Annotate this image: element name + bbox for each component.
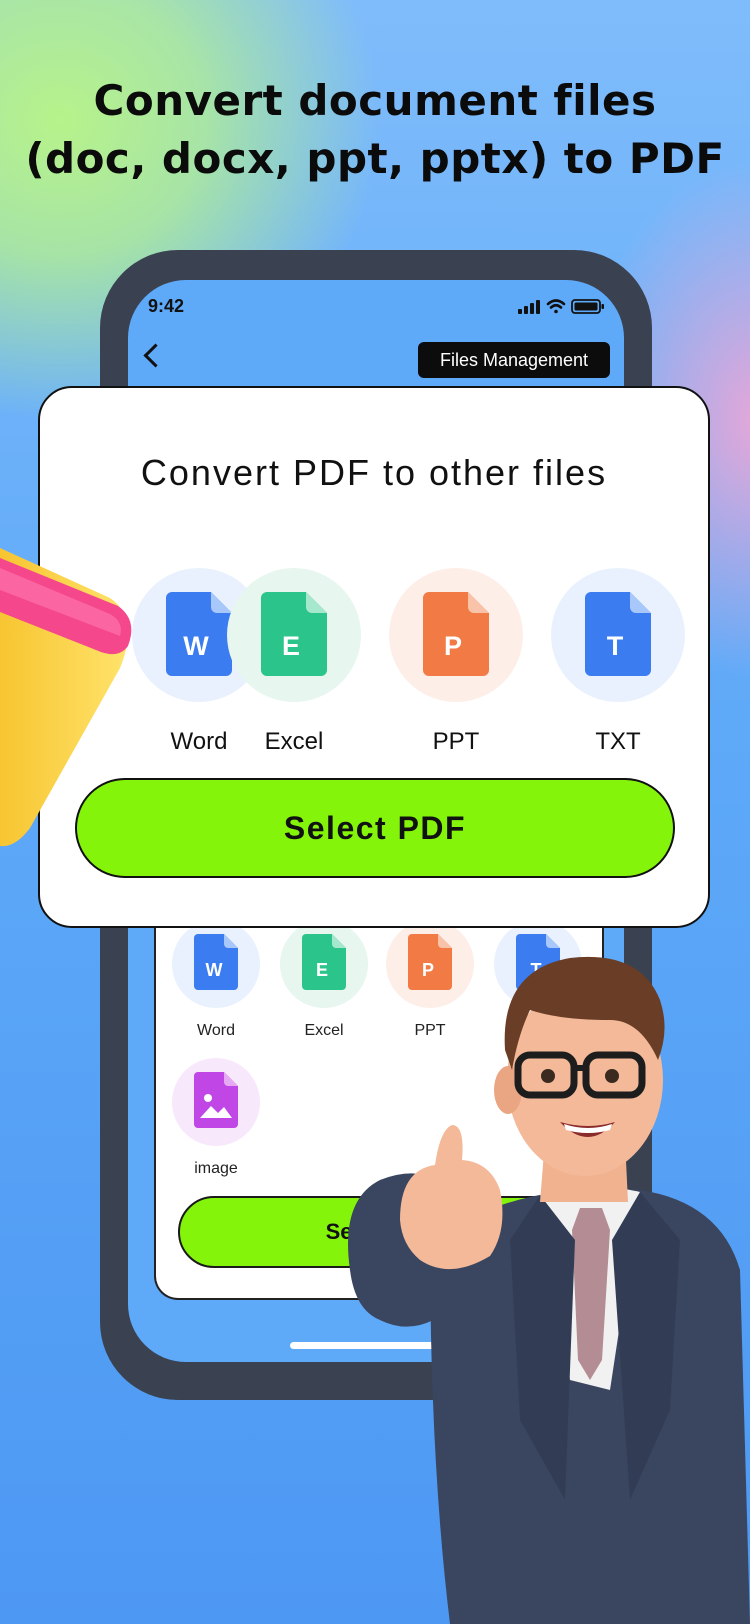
svg-text:P: P (444, 631, 462, 661)
signal-icon (518, 300, 540, 314)
svg-text:T: T (607, 631, 624, 661)
ppt-file-icon: P (423, 592, 489, 676)
svg-text:W: W (206, 960, 223, 980)
txt-icon-bg: T (551, 568, 685, 702)
battery-icon (571, 299, 604, 314)
excel-icon-bg: E (227, 568, 361, 702)
word-file-icon: W (166, 592, 232, 676)
svg-text:E: E (282, 631, 300, 661)
status-icons (518, 299, 604, 314)
phone-item-label: Word (197, 1022, 235, 1039)
option-txt[interactable]: T TXT (550, 568, 686, 756)
headline-line-2: (doc, docx, ppt, pptx) to PDF (25, 134, 725, 183)
option-excel[interactable]: E Excel (226, 568, 362, 756)
decorative-cup-icon (0, 548, 132, 847)
word-icon-bg: W (172, 920, 260, 1008)
word-file-icon: W (194, 934, 238, 990)
card-title: Convert PDF to other files (140, 452, 608, 493)
ppt-icon-bg: P (389, 568, 523, 702)
phone-item-image[interactable]: image (171, 1058, 261, 1178)
image-file-icon (194, 1072, 238, 1128)
headline: Convert document files (doc, docx, ppt, … (0, 72, 750, 188)
txt-file-icon: T (585, 592, 651, 676)
option-label: PPT (432, 728, 480, 755)
select-pdf-button[interactable]: Select PDF (75, 778, 675, 878)
excel-file-icon: E (261, 592, 327, 676)
image-icon-bg (172, 1058, 260, 1146)
svg-text:E: E (316, 960, 328, 980)
wifi-icon (546, 299, 566, 314)
headline-line-1: Convert document files (93, 76, 657, 125)
phone-item-label: image (194, 1160, 238, 1177)
businessman-illustration (348, 956, 750, 1624)
phone-item-word[interactable]: W Word (171, 920, 261, 1040)
svg-text:W: W (183, 631, 209, 661)
option-label: Excel (264, 728, 324, 755)
option-label: TXT (595, 728, 641, 755)
files-management-button[interactable]: Files Management (418, 342, 610, 378)
status-time: 9:42 (148, 296, 185, 316)
option-ppt[interactable]: P PPT (388, 568, 524, 756)
